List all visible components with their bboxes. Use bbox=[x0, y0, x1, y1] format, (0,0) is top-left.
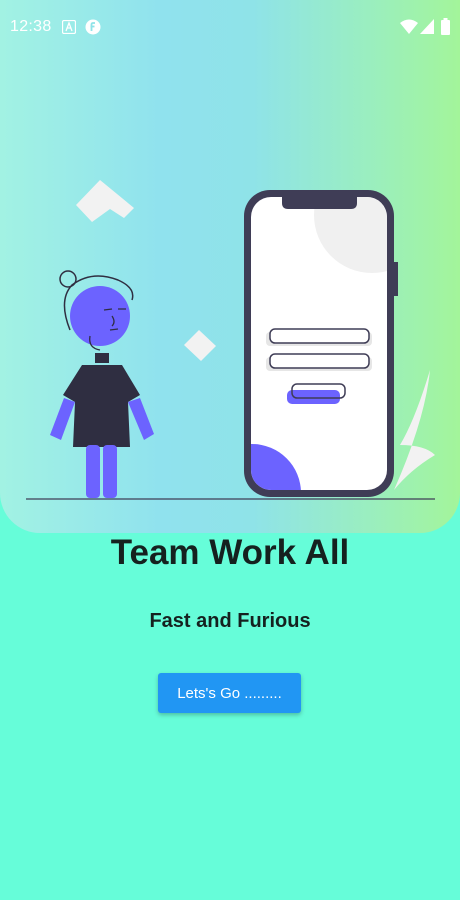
page-title: Team Work All bbox=[110, 533, 350, 572]
hero-illustration bbox=[26, 180, 435, 500]
battery-icon bbox=[441, 18, 450, 35]
person-illustration bbox=[50, 270, 154, 498]
page-subtitle: Fast and Furious bbox=[149, 610, 311, 632]
app-f-icon bbox=[85, 19, 101, 35]
hero-banner: 12:38 bbox=[0, 0, 460, 533]
status-bar: 12:38 bbox=[0, 0, 460, 56]
font-icon bbox=[62, 20, 76, 34]
cell-signal-icon bbox=[420, 19, 434, 34]
status-time: 12:38 bbox=[10, 18, 52, 35]
lets-go-button[interactable]: Lets's Go ......... bbox=[158, 673, 301, 713]
phone-illustration bbox=[244, 190, 398, 497]
wifi-icon bbox=[400, 19, 418, 34]
